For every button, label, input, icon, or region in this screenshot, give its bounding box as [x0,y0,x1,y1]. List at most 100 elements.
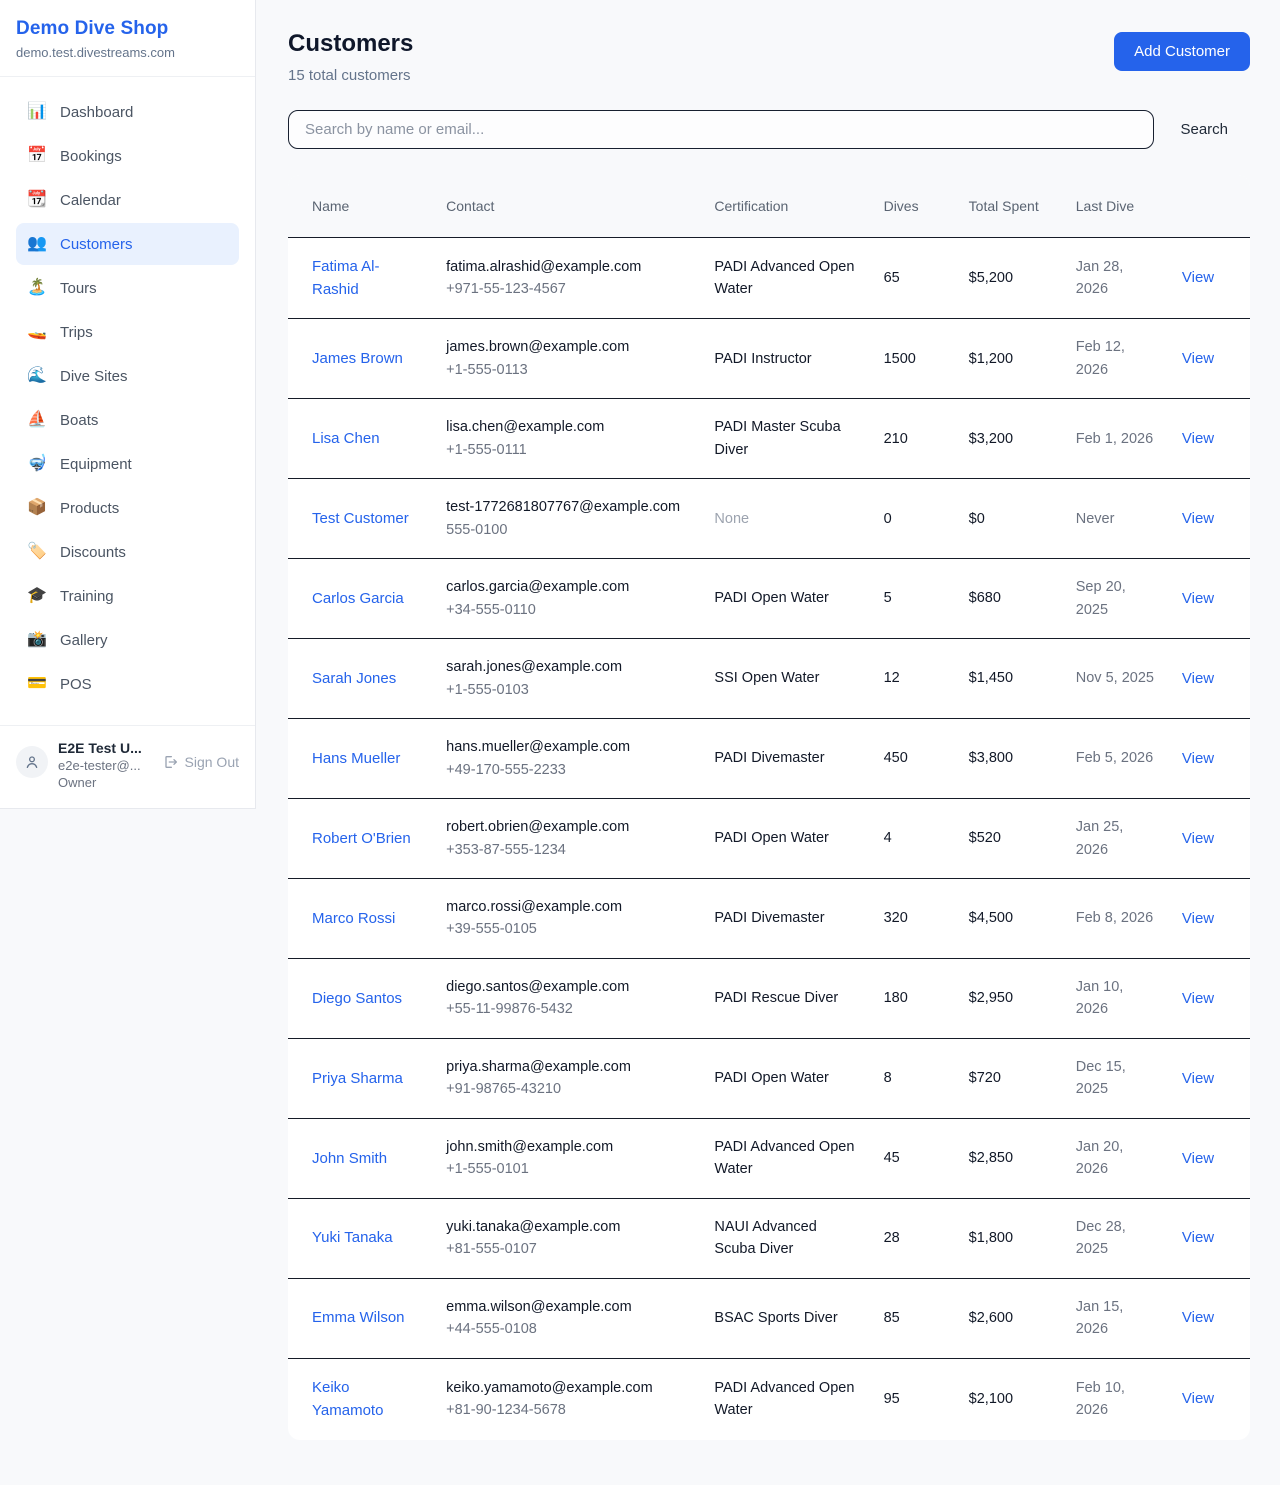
cell-total-spent: $3,800 [957,719,1064,799]
cell-name: Emma Wilson [288,1278,434,1358]
customer-email: lisa.chen@example.com [446,416,690,438]
view-customer-link[interactable]: View [1182,910,1214,927]
search-button[interactable]: Search [1180,121,1228,138]
sidebar-item-products[interactable]: 📦Products [16,487,239,529]
customers-icon: 👥 [26,236,48,252]
view-customer-link[interactable]: View [1182,269,1214,286]
view-customer-link[interactable]: View [1182,1390,1214,1407]
search-row: Search [288,110,1250,149]
search-input[interactable] [288,110,1154,149]
view-customer-link[interactable]: View [1182,670,1214,687]
view-customer-link[interactable]: View [1182,510,1214,527]
table-row: James Brownjames.brown@example.com+1-555… [288,319,1250,399]
customer-name-link[interactable]: Hans Mueller [312,750,400,767]
cell-name: Yuki Tanaka [288,1198,434,1278]
customer-name-link[interactable]: Yuki Tanaka [312,1229,393,1246]
table-body: Fatima Al-Rashidfatima.alrashid@example.… [288,237,1250,1440]
cell-action: View [1170,1198,1250,1278]
cell-certification: PADI Advanced Open Water [702,237,871,319]
discounts-icon: 🏷️ [26,544,48,560]
customer-name-link[interactable]: Diego Santos [312,990,402,1007]
cell-action: View [1170,1358,1250,1439]
sidebar-item-customers[interactable]: 👥Customers [16,223,239,265]
column-header-total-spent: Total Spent [957,175,1064,237]
cell-dives: 320 [872,879,957,959]
sidebar-item-dashboard[interactable]: 📊Dashboard [16,91,239,133]
customer-name-link[interactable]: Robert O'Brien [312,830,411,847]
view-customer-link[interactable]: View [1182,590,1214,607]
view-customer-link[interactable]: View [1182,990,1214,1007]
page-header: Customers 15 total customers Add Custome… [288,30,1250,84]
add-customer-button[interactable]: Add Customer [1114,32,1250,71]
customer-name-link[interactable]: Lisa Chen [312,430,380,447]
sidebar-item-pos[interactable]: 💳POS [16,663,239,705]
view-customer-link[interactable]: View [1182,830,1214,847]
cell-dives: 65 [872,237,957,319]
customer-name-link[interactable]: Marco Rossi [312,910,395,927]
table-row: Carlos Garciacarlos.garcia@example.com+3… [288,559,1250,639]
customer-phone: +353-87-555-1234 [446,839,690,861]
sidebar-item-bookings[interactable]: 📅Bookings [16,135,239,177]
column-header-dives: Dives [872,175,957,237]
sidebar-item-training[interactable]: 🎓Training [16,575,239,617]
cell-action: View [1170,319,1250,399]
cell-contact: sarah.jones@example.com+1-555-0103 [434,639,702,719]
cell-total-spent: $2,600 [957,1278,1064,1358]
table-row: Yuki Tanakayuki.tanaka@example.com+81-55… [288,1198,1250,1278]
view-customer-link[interactable]: View [1182,1150,1214,1167]
cell-total-spent: $3,200 [957,399,1064,479]
customer-name-link[interactable]: Priya Sharma [312,1070,403,1087]
view-customer-link[interactable]: View [1182,430,1214,447]
cell-last-dive: Dec 28, 2025 [1064,1198,1170,1278]
sidebar-item-tours[interactable]: 🏝️Tours [16,267,239,309]
customer-name-link[interactable]: Sarah Jones [312,670,396,687]
cell-contact: lisa.chen@example.com+1-555-0111 [434,399,702,479]
customer-name-link[interactable]: Fatima Al-Rashid [312,258,380,298]
cell-name: Lisa Chen [288,399,434,479]
column-header-actions [1170,175,1250,237]
gallery-icon: 📸 [26,632,48,648]
table-row: John Smithjohn.smith@example.com+1-555-0… [288,1118,1250,1198]
view-customer-link[interactable]: View [1182,350,1214,367]
sidebar-item-discounts[interactable]: 🏷️Discounts [16,531,239,573]
cell-total-spent: $4,500 [957,879,1064,959]
table-row: Fatima Al-Rashidfatima.alrashid@example.… [288,237,1250,319]
sign-out-button[interactable]: Sign Out [162,754,239,770]
view-customer-link[interactable]: View [1182,750,1214,767]
sidebar-item-equipment[interactable]: 🤿Equipment [16,443,239,485]
view-customer-link[interactable]: View [1182,1309,1214,1326]
customer-name-link[interactable]: Keiko Yamamoto [312,1379,383,1419]
sidebar-item-label: Gallery [60,632,108,649]
customer-name-link[interactable]: John Smith [312,1150,387,1167]
cell-contact: marco.rossi@example.com+39-555-0105 [434,879,702,959]
customer-phone: +91-98765-43210 [446,1078,690,1100]
sidebar-item-boats[interactable]: ⛵Boats [16,399,239,441]
cell-contact: hans.mueller@example.com+49-170-555-2233 [434,719,702,799]
cell-dives: 95 [872,1358,957,1439]
cell-name: Priya Sharma [288,1038,434,1118]
sidebar-item-calendar[interactable]: 📆Calendar [16,179,239,221]
products-icon: 📦 [26,500,48,516]
customer-name-link[interactable]: Carlos Garcia [312,590,404,607]
customer-phone: +81-555-0107 [446,1238,690,1260]
sidebar-item-dive-sites[interactable]: 🌊Dive Sites [16,355,239,397]
customer-name-link[interactable]: James Brown [312,350,403,367]
customer-phone: +81-90-1234-5678 [446,1399,690,1421]
customer-name-link[interactable]: Emma Wilson [312,1309,405,1326]
cell-last-dive: Dec 15, 2025 [1064,1038,1170,1118]
customer-phone: +1-555-0101 [446,1158,690,1180]
customer-email: james.brown@example.com [446,336,690,358]
sidebar-item-gallery[interactable]: 📸 Gallery [16,619,239,661]
table-row: Lisa Chen lisa.chen@example.com+1-555-011… [288,399,1250,479]
view-customer-link[interactable]: View [1182,1229,1214,1246]
customer-phone: +1-555-0103 [446,679,690,701]
customer-phone: +34-555-0110 [446,599,690,621]
table-row: Sarah Jones sarah.jones@example.com+1-555… [288,639,1250,719]
customer-name-link[interactable]: Test Customer [312,510,409,527]
cell-dives: 85 [872,1278,957,1358]
user-icon [24,754,40,770]
cell-dives: 210 [872,399,957,479]
view-customer-link[interactable]: View [1182,1070,1214,1087]
sidebar-item-trips[interactable]: 🚤Trips [16,311,239,353]
shop-title: Demo Dive Shop [16,18,239,40]
